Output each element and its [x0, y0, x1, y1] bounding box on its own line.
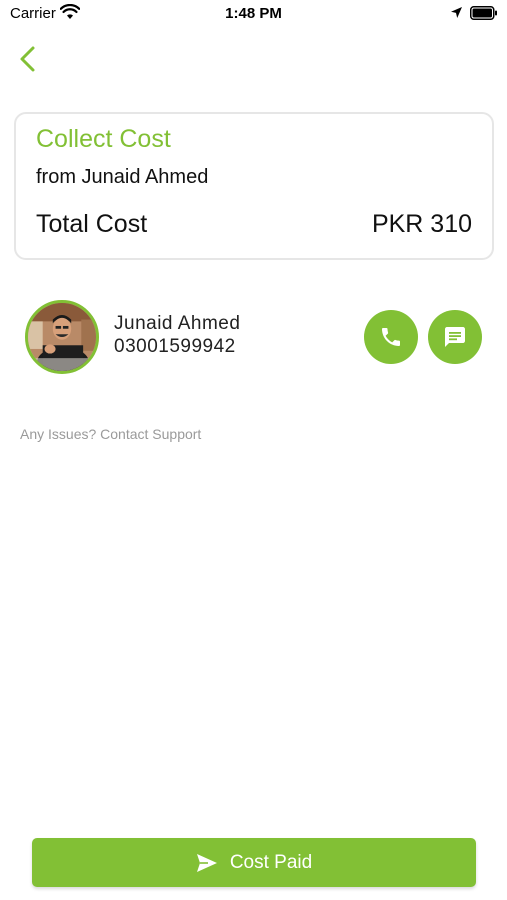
location-arrow-icon — [451, 7, 462, 18]
battery-icon — [470, 6, 497, 20]
call-button[interactable] — [364, 310, 418, 364]
total-cost-label: Total Cost — [36, 210, 148, 238]
cost-paid-button[interactable]: Cost Paid — [32, 838, 476, 887]
contact-row: Junaid Ahmed 03001599942 — [0, 296, 507, 378]
collect-cost-card: Collect Cost from Junaid Ahmed Total Cos… — [14, 112, 494, 260]
status-bar: Carrier 1:48 PM — [0, 0, 507, 28]
status-time: 1:48 PM — [225, 5, 282, 22]
chevron-left-icon — [20, 46, 35, 72]
back-button[interactable] — [14, 44, 44, 74]
total-cost-value: PKR 310 — [371, 210, 472, 238]
contact-name: Junaid Ahmed — [114, 313, 241, 334]
send-icon — [196, 853, 217, 872]
card-title: Collect Cost — [36, 125, 171, 153]
contact-phone: 03001599942 — [114, 336, 236, 357]
message-button[interactable] — [428, 310, 482, 364]
payer-text: from Junaid Ahmed — [36, 166, 209, 188]
chat-icon — [445, 327, 465, 347]
avatar — [25, 300, 99, 374]
contact-support-link[interactable]: Any Issues? Contact Support — [20, 426, 201, 442]
phone-icon — [382, 328, 400, 346]
cost-paid-label: Cost Paid — [229, 851, 313, 873]
avatar-photo — [28, 303, 96, 371]
